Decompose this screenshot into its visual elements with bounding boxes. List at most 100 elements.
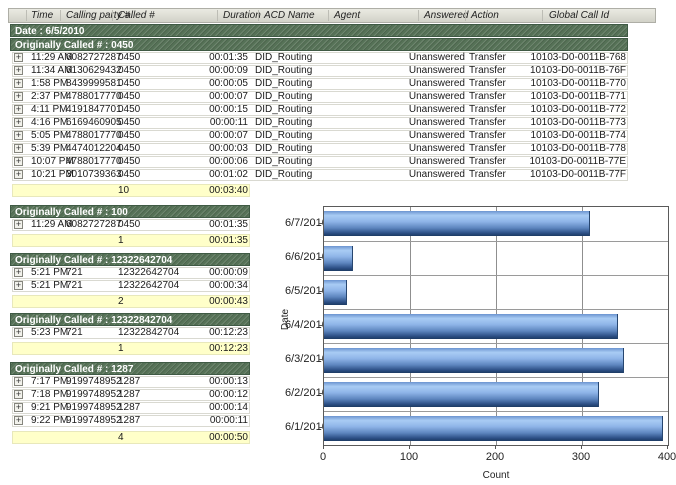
y-axis-label: 6/4/2010 — [285, 308, 319, 342]
x-axis-title: Count — [483, 470, 510, 481]
column-header-called: Called # — [118, 10, 155, 21]
cell-calling-party: 8439999581 — [66, 79, 122, 89]
cell-called: 0450 — [118, 118, 140, 128]
summary-total-duration: 00:00:50 — [173, 433, 248, 443]
expand-icon[interactable]: + — [14, 118, 23, 127]
cell-called: 0450 — [118, 157, 140, 167]
table-row: + 5:39 PM 4474012204 0450 00:00:03 DID_R… — [12, 143, 628, 155]
chart-band — [324, 411, 668, 445]
chart-bar — [324, 382, 599, 407]
cell-time: 5:05 PM — [31, 131, 68, 141]
cell-calling-party: 4788017770 — [66, 92, 122, 102]
cell-action: Transfer — [469, 144, 506, 154]
cell-answered: Unanswered — [398, 66, 465, 76]
cell-global-call-id: 10103-D0-0011B-771 — [521, 92, 626, 102]
expand-icon[interactable]: + — [14, 66, 23, 75]
column-divider — [112, 10, 113, 21]
expand-icon[interactable]: + — [14, 328, 23, 337]
cell-global-call-id: 10103-D0-0011B-772 — [521, 105, 626, 115]
expand-icon[interactable]: + — [14, 53, 23, 62]
summary-total-duration: 00:12:23 — [173, 344, 248, 354]
cell-action: Transfer — [469, 118, 506, 128]
cell-called: 12322642704 — [118, 268, 179, 278]
cell-acd-name: DID_Routing — [255, 118, 312, 128]
cell-called: 1287 — [118, 416, 140, 426]
x-axis-tick-label: 400 — [658, 451, 676, 463]
x-axis-tick-label: 300 — [572, 451, 590, 463]
table-row: + 5:23 PM 721 12322842704 00:12:23 — [12, 327, 250, 339]
cell-action: Transfer — [469, 157, 506, 167]
group-summary-row: 1 00:12:23 — [12, 342, 250, 355]
table-row: + 10:07 PM 4788017770 0450 00:00:06 DID_… — [12, 156, 628, 168]
expand-icon[interactable]: + — [14, 131, 23, 140]
column-divider — [60, 10, 61, 21]
table-row: + 5:21 PM 721 12322642704 00:00:34 — [12, 280, 250, 292]
y-axis-labels: 6/7/2010 6/6/2010 6/5/2010 6/4/2010 6/3/… — [285, 206, 319, 444]
expand-icon[interactable]: + — [14, 390, 23, 399]
cell-calling-party: 721 — [66, 268, 83, 278]
cell-time: 4:16 PM — [31, 118, 68, 128]
chart-bar — [324, 280, 347, 305]
group-rows: + 5:21 PM 721 12322642704 00:00:09 + 5:2… — [12, 267, 250, 293]
cell-duration: 00:01:35 — [173, 220, 248, 230]
cell-time: 2:37 PM — [31, 92, 68, 102]
expand-icon[interactable]: + — [14, 92, 23, 101]
cell-called: 1287 — [118, 403, 140, 413]
expand-icon[interactable]: + — [14, 377, 23, 386]
summary-count: 10 — [118, 186, 129, 196]
column-header-agent: Agent — [334, 10, 360, 21]
cell-action: Transfer — [469, 92, 506, 102]
column-divider — [258, 10, 259, 21]
column-header-time: Time — [31, 10, 53, 21]
summary-total-duration: 00:01:35 — [173, 236, 248, 246]
expand-icon[interactable]: + — [14, 170, 23, 179]
cell-calling-party: 6130629432 — [66, 66, 122, 76]
table-row: + 1:58 PM 8439999581 0450 00:00:05 DID_R… — [12, 78, 628, 90]
expand-icon[interactable]: + — [14, 79, 23, 88]
cell-called: 12322842704 — [118, 328, 179, 338]
table-row: + 2:37 PM 4788017770 0450 00:00:07 DID_R… — [12, 91, 628, 103]
chart-band — [324, 309, 668, 343]
table-row: + 9:21 PM 9199748952 1287 00:00:14 — [12, 402, 250, 414]
expand-icon[interactable]: + — [14, 105, 23, 114]
cell-acd-name: DID_Routing — [255, 170, 312, 180]
cell-duration: 00:01:02 — [173, 170, 248, 180]
cell-time: 9:21 PM — [31, 403, 68, 413]
table-row: + 5:05 PM 4788017770 0450 00:00:07 DID_R… — [12, 130, 628, 142]
cell-calling-party: 6082727287 — [66, 220, 122, 230]
cell-answered: Unanswered — [398, 79, 465, 89]
cell-duration: 00:00:13 — [173, 377, 248, 387]
cell-called: 12322642704 — [118, 281, 179, 291]
expand-icon[interactable]: + — [14, 268, 23, 277]
table-row: + 7:17 PM 9199748952 1287 00:00:13 — [12, 376, 250, 388]
cell-global-call-id: 10103-D0-0011B-768 — [521, 53, 626, 63]
table-row: + 11:29 AM 6082727287 0450 00:01:35 — [12, 219, 250, 231]
expand-icon[interactable]: + — [14, 403, 23, 412]
expand-icon[interactable]: + — [14, 157, 23, 166]
cell-action: Transfer — [469, 79, 506, 89]
cell-duration: 00:00:12 — [173, 390, 248, 400]
expand-icon[interactable]: + — [14, 220, 23, 229]
cell-called: 0450 — [118, 144, 140, 154]
expand-icon[interactable]: + — [14, 281, 23, 290]
table-row: + 11:34 AM 6130629432 0450 00:00:09 DID_… — [12, 65, 628, 77]
cell-answered: Unanswered — [398, 144, 465, 154]
y-axis-label: 6/1/2010 — [285, 410, 319, 444]
cell-acd-name: DID_Routing — [255, 105, 312, 115]
cell-calling-party: 9199748952 — [66, 390, 122, 400]
cell-duration: 00:00:09 — [173, 66, 248, 76]
chart-plot-area — [323, 206, 669, 446]
cell-answered: Unanswered — [398, 92, 465, 102]
expand-icon[interactable]: + — [14, 144, 23, 153]
cell-answered: Unanswered — [398, 118, 465, 128]
column-divider — [542, 10, 543, 21]
group-summary-row: 10 00:03:40 — [12, 184, 250, 197]
cell-duration: 00:00:03 — [173, 144, 248, 154]
group-band: Originally Called # : 0450 — [10, 38, 628, 51]
cell-duration: 00:00:14 — [173, 403, 248, 413]
cell-calling-party: 9199748952 — [66, 403, 122, 413]
expand-icon[interactable]: + — [14, 416, 23, 425]
table-row: + 11:29 AM 6082727287 0450 00:01:35 DID_… — [12, 52, 628, 64]
cell-answered: Unanswered — [398, 170, 465, 180]
cell-global-call-id: 10103-D0-0011B-778 — [521, 144, 626, 154]
